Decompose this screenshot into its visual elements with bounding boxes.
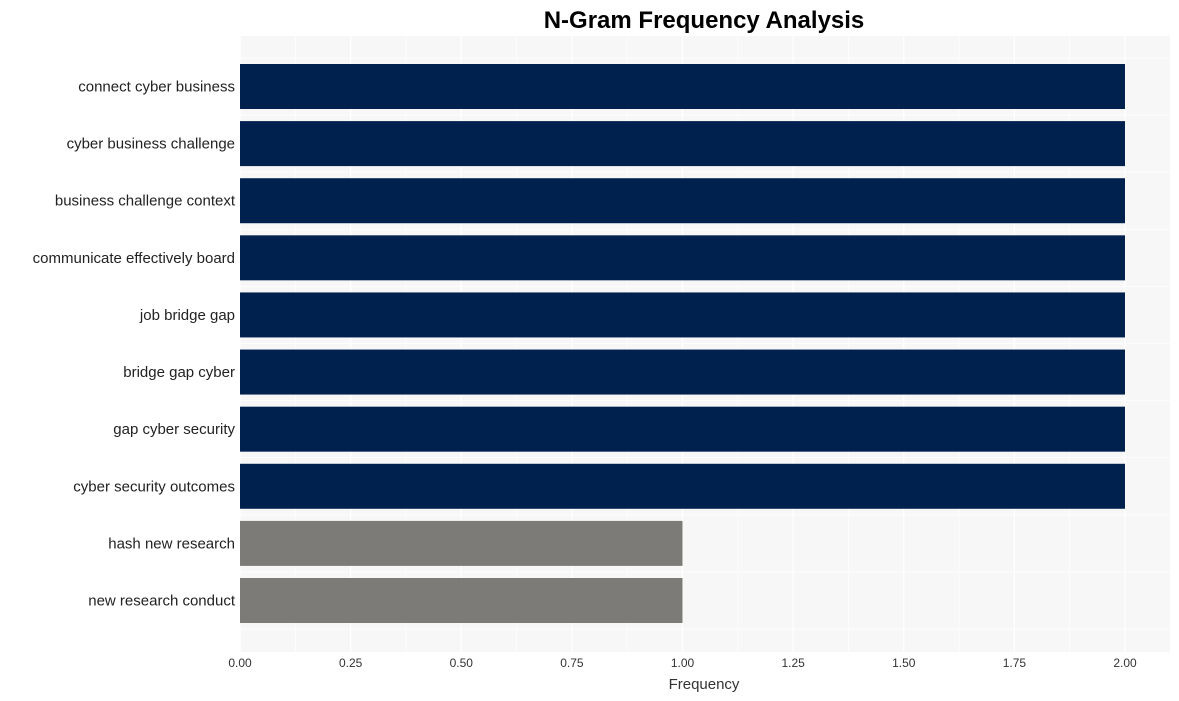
y-tick-label: gap cyber security: [113, 421, 235, 438]
bar: [240, 178, 1125, 224]
y-tick-label: hash new research: [108, 535, 235, 552]
y-tick-label: connect cyber business: [78, 79, 235, 96]
bar: [240, 292, 1125, 338]
x-tick-label: 1.75: [1003, 656, 1027, 670]
y-tick-label: new research conduct: [88, 593, 236, 610]
y-tick-label: cyber business challenge: [67, 136, 235, 153]
x-tick-label: 0.75: [560, 656, 584, 670]
x-tick-label: 0.50: [450, 656, 474, 670]
bar: [240, 121, 1125, 167]
bar: [240, 406, 1125, 452]
chart-title: N-Gram Frequency Analysis: [544, 7, 865, 34]
x-tick-label: 0.25: [339, 656, 363, 670]
y-tick-label: bridge gap cyber: [123, 364, 235, 381]
bar: [240, 463, 1125, 509]
x-tick-label: 1.00: [671, 656, 695, 670]
x-tick-label: 0.00: [228, 656, 252, 670]
x-axis-ticks: 0.00 0.25 0.50 0.75 1.00 1.25 1.50 1.75 2.00: [228, 656, 1137, 670]
x-tick-label: 1.50: [892, 656, 916, 670]
x-tick-label: 2.00: [1113, 656, 1137, 670]
bar: [240, 520, 683, 566]
bar: [240, 349, 1125, 395]
y-tick-label: job bridge gap: [139, 307, 235, 324]
x-axis-title: Frequency: [669, 676, 740, 693]
y-axis-labels: connect cyber business cyber business cha…: [33, 79, 236, 610]
bar: [240, 235, 1125, 281]
y-tick-label: communicate effectively board: [33, 250, 235, 267]
y-tick-label: cyber security outcomes: [73, 478, 235, 495]
y-tick-label: business challenge context: [55, 193, 236, 210]
bar: [240, 64, 1125, 109]
bar: [240, 578, 683, 623]
x-tick-label: 1.25: [781, 656, 805, 670]
ngram-bar-chart: connect cyber business cyber business cha…: [33, 7, 1170, 693]
